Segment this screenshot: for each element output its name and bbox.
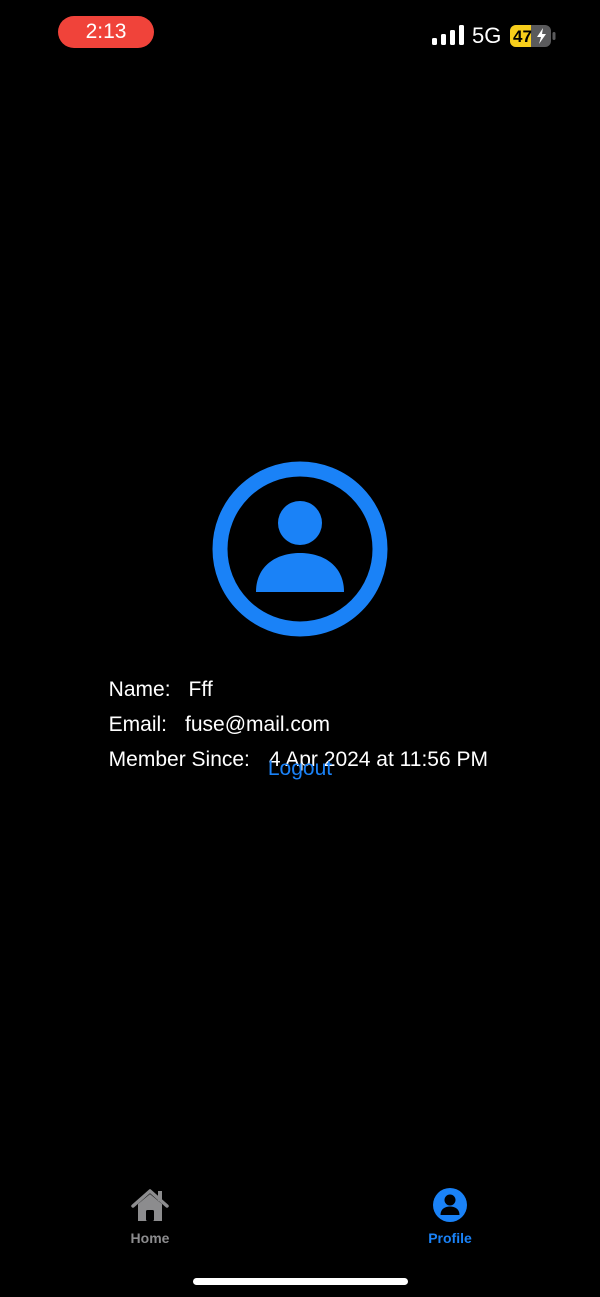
status-time: 2:13 bbox=[58, 16, 154, 48]
tab-profile-label: Profile bbox=[428, 1230, 472, 1246]
tab-profile[interactable]: Profile bbox=[390, 1180, 510, 1250]
tab-bar: Home Profile bbox=[0, 1180, 600, 1260]
tab-home-label: Home bbox=[130, 1230, 170, 1246]
network-type-label: 5G bbox=[472, 23, 502, 48]
logout-button[interactable]: Logout bbox=[0, 756, 600, 782]
battery-level-text: 47 bbox=[513, 27, 532, 46]
person-circle-fill-icon bbox=[433, 1188, 467, 1222]
cellular-signal-icon bbox=[432, 25, 464, 45]
status-bar: 2:13 5G 47 bbox=[0, 0, 600, 64]
battery-charging-icon: 47 bbox=[510, 25, 556, 47]
home-indicator[interactable] bbox=[193, 1278, 408, 1285]
house-icon bbox=[131, 1189, 169, 1221]
person-circle-icon bbox=[212, 461, 388, 637]
tab-home[interactable]: Home bbox=[90, 1180, 210, 1250]
